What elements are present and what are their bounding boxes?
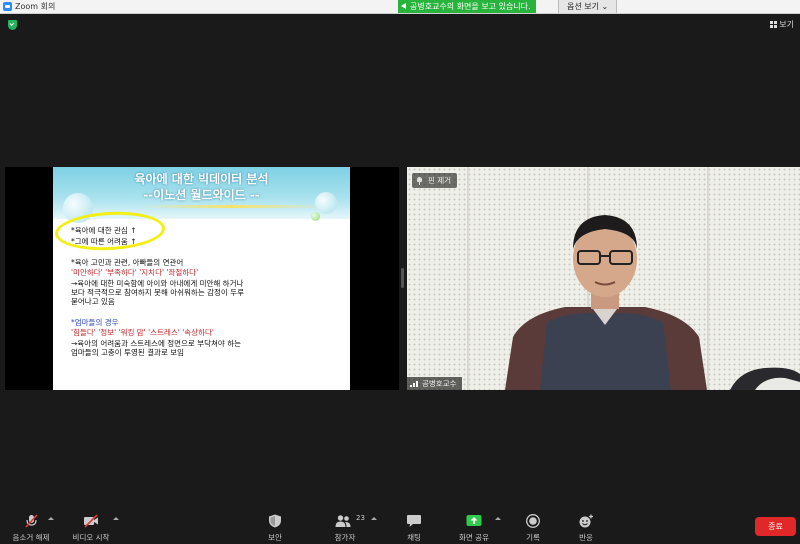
reaction-icon (579, 514, 593, 528)
wall-panel-seam (467, 167, 469, 390)
split-drag-handle[interactable] (401, 268, 404, 288)
app-title: Zoom 회의 (15, 2, 56, 11)
share-options-caret[interactable] (495, 517, 501, 520)
encryption-shield-icon[interactable] (8, 20, 17, 30)
slide-subtitle: --이노션 월드와이드 -- (143, 188, 260, 202)
slide-line: *육아에 대한 관심 ↑ (71, 226, 137, 235)
clothing-object (730, 367, 800, 390)
chat-icon (407, 515, 421, 527)
slide-header: 육아에 대한 빅데이터 분석 --이노션 월드와이드 -- (53, 167, 350, 223)
slide-line: *육아 고민과 관련, 아빠들의 연관어 (71, 258, 184, 267)
share-screen-icon (466, 515, 482, 526)
swoosh-decoration (143, 205, 323, 208)
record-icon (526, 514, 540, 528)
slide-line: '미안하다' '부족하다' '지치다' '좌절하다' (71, 268, 199, 277)
unmute-label: 음소거 해제 (12, 533, 50, 542)
audio-options-caret[interactable] (48, 517, 54, 520)
participants-icon (335, 515, 351, 527)
signal-strength-icon (410, 380, 419, 387)
bubble-decoration (311, 212, 320, 221)
view-options-button[interactable]: 옵션 보기 ⌄ (558, 0, 618, 13)
reactions-label: 반응 (579, 533, 593, 542)
participant-name-label: 공병호교수 (407, 377, 462, 390)
view-button-label: 보기 (779, 20, 794, 29)
view-button[interactable]: 보기 (770, 19, 794, 30)
slide-line: 보다 적극적으로 참여하지 못해 아쉬워하는 감정이 두루 (71, 288, 245, 297)
shield-icon (269, 514, 281, 528)
end-meeting-button[interactable]: 종료 (755, 517, 796, 536)
start-video-label: 비디오 시작 (72, 533, 110, 542)
slide-line: →육아의 어려움과 스트레스에 정면으로 부닥쳐야 하는 (71, 339, 242, 348)
participants-options-caret[interactable] (371, 517, 377, 520)
zoom-logo-icon (3, 2, 12, 11)
microphone-muted-icon (25, 514, 38, 528)
unpin-label: 핀 제거 (428, 176, 452, 185)
slide-title: 육아에 대한 빅데이터 분석 (134, 172, 269, 186)
share-screen-label: 화면 공유 (459, 533, 489, 542)
slide-line: 엄마들의 고충이 투영된 결과로 보임 (71, 348, 185, 357)
grid-icon (770, 21, 778, 28)
slide-line: →육아에 대한 미숙함에 아이와 아내에게 미안해 하거나 (71, 279, 244, 288)
participants-label: 참가자 (334, 533, 356, 542)
presentation-slide: 육아에 대한 빅데이터 분석 --이노션 월드와이드 -- *육아에 대한 관심… (53, 167, 350, 390)
chevron-down-icon: ⌄ (601, 2, 609, 11)
slide-line: 묻어나고 있음 (71, 297, 115, 306)
participant-name: 공병호교수 (422, 379, 457, 388)
slide-line: '힘들다' '정보' '워킹 맘' '스트레스' '속상하다' (71, 328, 214, 337)
speaker-video-tile[interactable]: 핀 제거 공병호교수 (407, 167, 800, 390)
screen-share-banner: 공병호교수의 화면을 보고 있습니다. (398, 0, 536, 13)
slide-line: *그에 따른 어려움 ↑ (71, 237, 137, 246)
video-options-caret[interactable] (113, 517, 119, 520)
view-options-label: 옵션 보기 (567, 2, 599, 11)
speaker-figure (505, 215, 707, 390)
record-label: 기록 (526, 533, 540, 542)
slide-line: *엄마들의 경우 (71, 318, 119, 327)
video-off-icon (84, 514, 98, 528)
security-label: 보안 (268, 533, 282, 542)
participant-count: 23 (356, 514, 365, 522)
speaker-icon (401, 3, 406, 9)
chat-label: 채팅 (407, 533, 421, 542)
screen-share-banner-text: 공병호교수의 화면을 보고 있습니다. (410, 2, 531, 11)
shared-screen-tile[interactable]: 육아에 대한 빅데이터 분석 --이노션 월드와이드 -- *육아에 대한 관심… (5, 167, 399, 390)
meeting-toolbar: 음소거 해제 비디오 시작 보안 23 참가자 채팅 화면 공유 기록 반응 (0, 505, 800, 544)
pin-icon (417, 177, 422, 185)
unpin-button[interactable]: 핀 제거 (412, 173, 458, 188)
